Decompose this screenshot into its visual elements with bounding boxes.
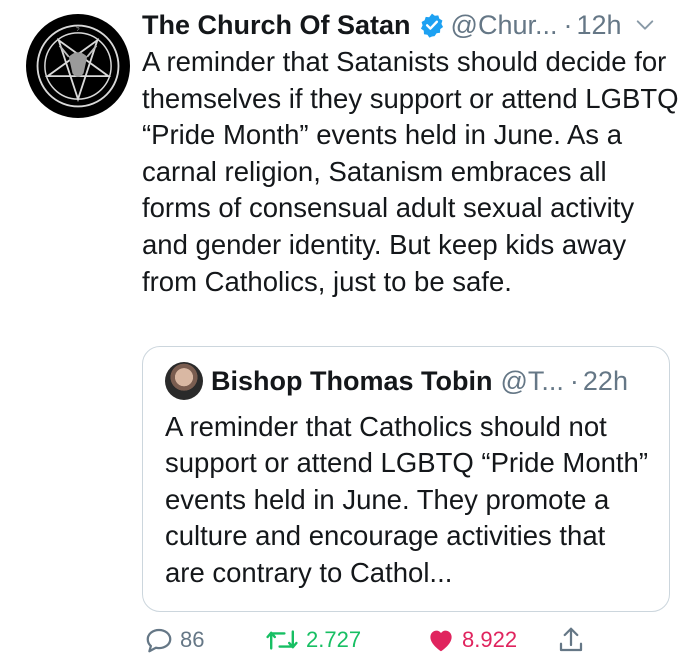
tweet-content: The Church Of Satan @Chur... · 12h A rem… bbox=[142, 6, 682, 300]
quoted-display-name: Bishop Thomas Tobin bbox=[211, 365, 493, 396]
reply-icon bbox=[146, 628, 172, 653]
tweet[interactable]: ל The Church Of Satan @Chur... · 12h A r… bbox=[0, 0, 700, 671]
tweet-header: The Church Of Satan @Chur... · 12h bbox=[142, 6, 682, 44]
svg-text:ל: ל bbox=[75, 25, 79, 33]
quoted-handle: @T... bbox=[500, 365, 564, 396]
tweet-actions: 86 2.727 8.922 bbox=[144, 620, 586, 660]
bishop-avatar bbox=[165, 362, 203, 400]
like-count: 8.922 bbox=[462, 627, 518, 652]
heart-icon bbox=[430, 630, 452, 652]
reply-count: 86 bbox=[180, 627, 205, 652]
chevron-down-icon[interactable] bbox=[634, 14, 656, 36]
quoted-tweet-header: Bishop Thomas Tobin @T... · 22h bbox=[165, 361, 651, 401]
verified-badge-icon bbox=[420, 13, 443, 38]
baphomet-sigil-icon: ל bbox=[36, 24, 120, 108]
quoted-separator-dot: · bbox=[569, 365, 579, 396]
quoted-tweet-text: A reminder that Catholics should not sup… bbox=[165, 411, 648, 588]
timestamp[interactable]: 12h bbox=[576, 10, 621, 41]
separator-dot: · bbox=[563, 9, 573, 40]
share-button[interactable] bbox=[556, 625, 586, 655]
share-icon bbox=[559, 627, 583, 652]
church-of-satan-avatar[interactable]: ל bbox=[26, 14, 130, 118]
quoted-timestamp: 22h bbox=[582, 365, 628, 396]
display-name[interactable]: The Church Of Satan bbox=[142, 10, 411, 41]
retweet-button[interactable]: 2.727 bbox=[264, 625, 426, 655]
retweet-count: 2.727 bbox=[306, 627, 362, 652]
reply-button[interactable]: 86 bbox=[144, 625, 264, 655]
like-button[interactable]: 8.922 bbox=[426, 625, 556, 655]
tweet-text: A reminder that Satanists should decide … bbox=[142, 46, 679, 297]
retweet-icon bbox=[266, 630, 298, 650]
quoted-tweet[interactable]: Bishop Thomas Tobin @T... · 22h A remind… bbox=[142, 346, 670, 612]
handle[interactable]: @Chur... bbox=[451, 10, 558, 41]
